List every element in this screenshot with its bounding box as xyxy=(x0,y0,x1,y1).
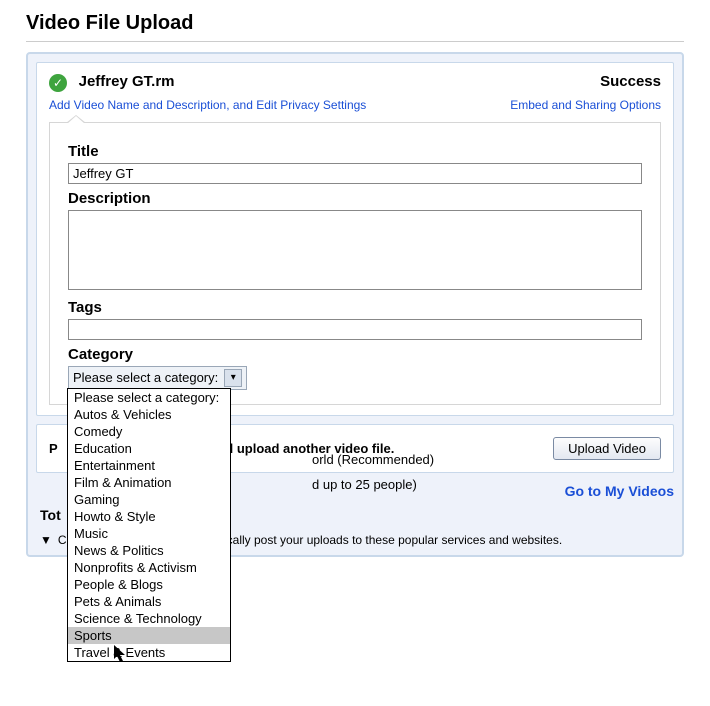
page-title: Video File Upload xyxy=(26,12,684,35)
upload-prompt-prefix: P xyxy=(49,441,58,456)
category-select[interactable]: Please select a category: ▾ orld (Recomm… xyxy=(68,366,247,390)
category-label: Category xyxy=(68,346,642,363)
go-to-my-videos-link[interactable]: Go to My Videos xyxy=(565,483,674,499)
divider xyxy=(26,41,684,42)
title-label: Title xyxy=(68,143,642,160)
category-option[interactable]: Film & Animation xyxy=(68,474,230,491)
chevron-down-icon[interactable]: ▼ xyxy=(40,533,52,547)
title-input[interactable] xyxy=(68,163,642,184)
category-option[interactable]: Education xyxy=(68,440,230,457)
category-selected: Please select a category: xyxy=(73,370,218,385)
check-icon: ✓ xyxy=(49,74,67,92)
tags-input[interactable] xyxy=(68,319,642,340)
category-option[interactable]: Gaming xyxy=(68,491,230,508)
category-option[interactable]: Please select a category: xyxy=(68,389,230,406)
status-label: Success xyxy=(600,73,661,90)
category-option[interactable]: Entertainment xyxy=(68,457,230,474)
category-option[interactable]: Sports xyxy=(68,627,230,644)
edit-details-link[interactable]: Add Video Name and Description, and Edit… xyxy=(49,98,366,112)
category-option[interactable]: Howto & Style xyxy=(68,508,230,525)
privacy-text-fragment-1: orld (Recommended) xyxy=(306,451,440,468)
category-option[interactable]: Music xyxy=(68,525,230,542)
video-form: Title Description Tags Category Please s… xyxy=(49,122,661,405)
category-option[interactable]: Autos & Vehicles xyxy=(68,406,230,423)
totals-label: Tot xyxy=(40,507,61,523)
category-option[interactable]: Comedy xyxy=(68,423,230,440)
description-label: Description xyxy=(68,190,642,207)
chevron-down-icon: ▾ xyxy=(224,369,242,387)
embed-sharing-link[interactable]: Embed and Sharing Options xyxy=(510,98,661,112)
tags-label: Tags xyxy=(68,299,642,316)
upload-video-button[interactable]: Upload Video xyxy=(553,437,661,460)
category-option[interactable]: Nonprofits & Activism xyxy=(68,559,230,576)
category-option[interactable]: People & Blogs xyxy=(68,576,230,593)
category-option[interactable]: Travel & Events xyxy=(68,644,230,661)
upload-container: ✓ Jeffrey GT.rm Success Add Video Name a… xyxy=(26,52,684,557)
category-option[interactable]: Pets & Animals xyxy=(68,593,230,610)
privacy-text-fragment-2: d up to 25 people) xyxy=(306,476,423,493)
category-dropdown[interactable]: orld (Recommended) d up to 25 people) Pl… xyxy=(67,388,231,662)
category-option[interactable]: News & Politics xyxy=(68,542,230,559)
file-name: Jeffrey GT.rm xyxy=(79,73,175,90)
file-card: ✓ Jeffrey GT.rm Success Add Video Name a… xyxy=(36,62,674,416)
category-option[interactable]: Science & Technology xyxy=(68,610,230,627)
description-input[interactable] xyxy=(68,210,642,290)
